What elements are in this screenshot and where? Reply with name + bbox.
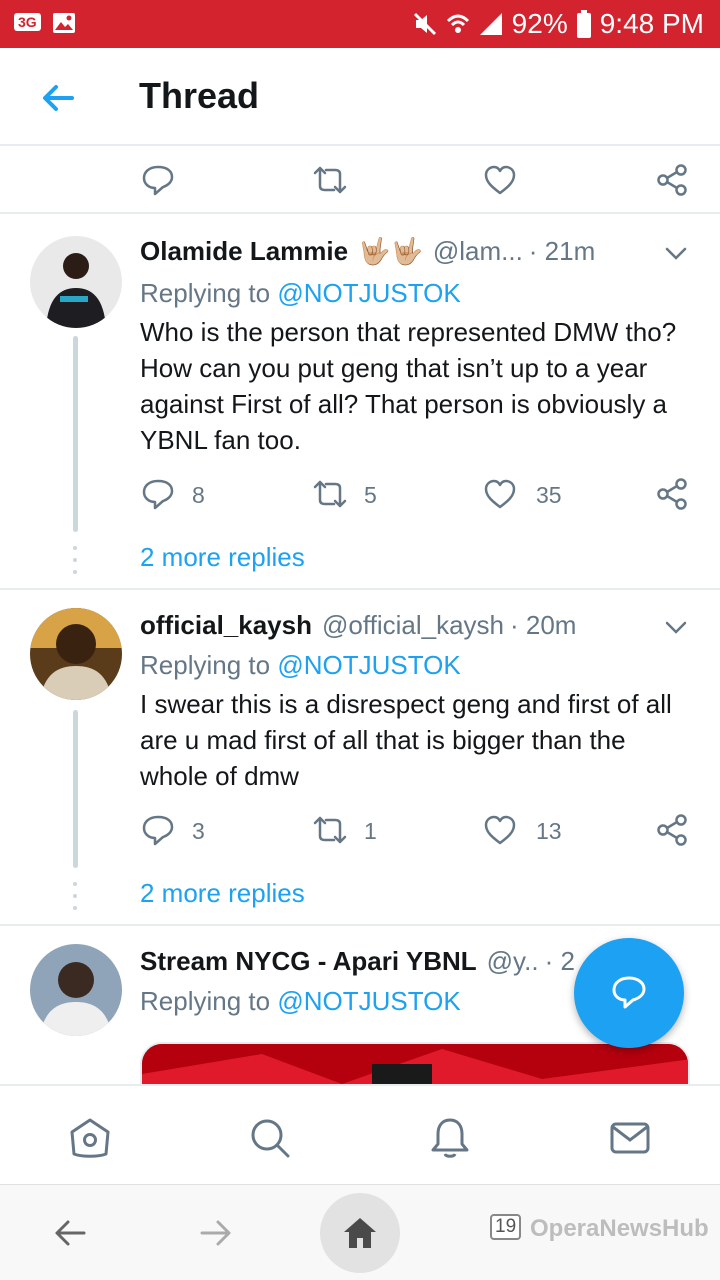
name-emoji: 🤟🏼🤟🏼 <box>358 236 423 266</box>
battery-level: 92% <box>511 8 568 39</box>
house-icon <box>344 1218 376 1248</box>
share-icon[interactable] <box>654 476 690 512</box>
browser-home-button[interactable] <box>320 1193 400 1273</box>
mute-icon <box>412 11 438 37</box>
browser-nav-bar: 19 OperaNewsHub <box>0 1184 720 1280</box>
network-indicator: 3G <box>14 13 41 31</box>
watermark-logo: OperaNewsHub <box>530 1215 709 1242</box>
retweet-icon[interactable] <box>312 476 348 512</box>
like-icon[interactable] <box>482 476 518 512</box>
display-name[interactable]: Olamide Lammie <box>140 236 348 267</box>
messages-icon[interactable] <box>608 1116 652 1160</box>
like-count: 35 <box>536 482 562 508</box>
chevron-down-icon[interactable] <box>660 238 692 270</box>
avatar[interactable] <box>30 944 122 1036</box>
mention-link[interactable]: @NOTJUSTOK <box>277 986 460 1016</box>
display-name[interactable]: official_kaysh <box>140 610 312 641</box>
reply-count: 3 <box>192 818 205 844</box>
status-bar: 3G 92% 9:48 PM <box>0 0 720 48</box>
tweet-text: I swear this is a disrespect geng and fi… <box>140 689 672 791</box>
mention-link[interactable]: @NOTJUSTOK <box>277 278 460 308</box>
parent-tweet-actions <box>0 148 720 214</box>
mention-link[interactable]: @NOTJUSTOK <box>277 650 460 680</box>
tweet-time: · 20m <box>509 610 577 640</box>
like-icon[interactable] <box>482 812 518 848</box>
avatar[interactable] <box>30 608 122 700</box>
avatar[interactable] <box>30 236 122 328</box>
replying-to: Replying to @NOTJUSTOK <box>140 278 461 308</box>
battery-icon <box>576 10 592 38</box>
tweet-time: · 21m <box>528 236 596 266</box>
bottom-tab-bar <box>0 1084 720 1184</box>
user-handle[interactable]: @lam... <box>433 236 523 267</box>
like-icon[interactable] <box>482 162 518 198</box>
browser-forward-icon[interactable] <box>198 1215 234 1251</box>
more-replies-link[interactable]: 2 more replies <box>140 878 305 909</box>
retweet-icon[interactable] <box>312 812 348 848</box>
share-icon[interactable] <box>654 812 690 848</box>
page-title: Thread <box>139 75 260 116</box>
compose-reply-button[interactable] <box>574 938 684 1048</box>
reply-icon[interactable] <box>140 812 176 848</box>
tweet-time: · 2 <box>544 946 575 976</box>
retweet-count: 5 <box>364 482 377 508</box>
clock: 9:48 PM <box>599 8 704 39</box>
share-icon[interactable] <box>654 162 690 198</box>
chevron-down-icon[interactable] <box>660 612 692 644</box>
search-icon[interactable] <box>248 1116 292 1160</box>
browser-back-icon[interactable] <box>52 1215 88 1251</box>
replying-to: Replying to @NOTJUSTOK <box>140 650 461 680</box>
replying-to: Replying to @NOTJUSTOK <box>140 986 461 1016</box>
tweet-text: Who is the person that represented DMW t… <box>140 317 677 455</box>
reply-icon[interactable] <box>140 162 176 198</box>
image-notification-icon <box>52 12 76 34</box>
retweet-icon[interactable] <box>312 162 348 198</box>
more-replies-link[interactable]: 2 more replies <box>140 542 305 573</box>
compose-reply-icon <box>612 976 646 1009</box>
tweet-item[interactable]: Olamide Lammie 🤟🏼🤟🏼 @lam... · 21m Replyi… <box>0 216 720 590</box>
like-count: 13 <box>536 818 562 844</box>
back-arrow-icon[interactable] <box>38 78 78 118</box>
user-handle[interactable]: @y.. <box>487 946 539 977</box>
display-name[interactable]: Stream NYCG - Apari YBNL <box>140 946 477 977</box>
user-handle[interactable]: @official_kaysh <box>322 610 504 641</box>
reply-icon[interactable] <box>140 476 176 512</box>
notifications-icon[interactable] <box>428 1116 472 1160</box>
tab-count[interactable]: 19 <box>490 1214 522 1240</box>
home-icon[interactable] <box>68 1116 112 1160</box>
retweet-count: 1 <box>364 818 377 844</box>
reply-count: 8 <box>192 482 205 508</box>
wifi-icon <box>446 11 470 37</box>
tweet-item[interactable]: official_kaysh @official_kaysh · 20m Rep… <box>0 590 720 926</box>
app-header: Thread <box>0 48 720 146</box>
signal-icon <box>478 11 504 37</box>
